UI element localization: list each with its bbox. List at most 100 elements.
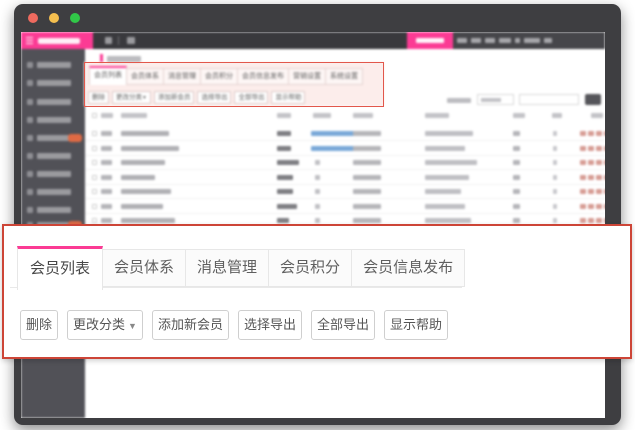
sidebar-item-icon: [27, 189, 33, 195]
action-link-blurred[interactable]: [596, 204, 602, 209]
action-link-blurred[interactable]: [596, 175, 602, 180]
topbar-menu-item-blurred[interactable]: [485, 38, 495, 43]
topbar-menu-item-blurred[interactable]: [544, 38, 552, 43]
action-link-blurred[interactable]: [588, 218, 594, 223]
action-link-blurred[interactable]: [604, 160, 605, 165]
action-link-blurred[interactable]: [604, 175, 605, 180]
cell-id-blurred: [101, 218, 112, 223]
sidebar-item[interactable]: [21, 96, 85, 108]
row-checkbox[interactable]: [92, 204, 97, 209]
row-actions: [580, 218, 605, 223]
row-checkbox[interactable]: [92, 160, 97, 165]
sidebar-item[interactable]: [21, 77, 85, 89]
action-link-blurred[interactable]: [588, 189, 594, 194]
home-icon[interactable]: [127, 37, 135, 44]
action-link-blurred[interactable]: [580, 189, 586, 194]
cell-name-blurred[interactable]: [121, 131, 169, 136]
sidebar-item[interactable]: [21, 59, 85, 71]
cell-name-blurred[interactable]: [121, 218, 175, 223]
filter-select[interactable]: [477, 94, 514, 105]
search-input[interactable]: [519, 94, 579, 105]
topbar-pink-button[interactable]: [407, 32, 453, 49]
sidebar-item-label-blurred: [37, 135, 71, 141]
action-link-blurred[interactable]: [580, 131, 586, 136]
tab-active[interactable]: 会员列表: [17, 246, 103, 290]
zoom-button[interactable]: [70, 13, 80, 23]
tab-1[interactable]: 会员体系: [102, 249, 186, 287]
toolbar-button[interactable]: 添加新会员: [152, 310, 229, 340]
tab-2[interactable]: 消息管理: [185, 249, 269, 287]
search-button[interactable]: [585, 94, 601, 105]
toolbar-button[interactable]: 更改分类▼: [67, 310, 143, 340]
cell-name-blurred[interactable]: [121, 160, 165, 165]
sidebar-item[interactable]: [21, 114, 85, 126]
action-link-blurred[interactable]: [588, 146, 594, 151]
topbar-menu-item-blurred[interactable]: [515, 38, 520, 43]
column-header: [591, 113, 603, 118]
column-header: [277, 113, 291, 118]
cell-name-blurred[interactable]: [121, 189, 171, 194]
action-link-blurred[interactable]: [604, 218, 605, 223]
action-link-blurred[interactable]: [604, 131, 605, 136]
toolbar-button[interactable]: 删除: [20, 310, 58, 340]
column-header: [101, 113, 113, 118]
cell-account-blurred: [425, 218, 471, 223]
row-checkbox[interactable]: [92, 175, 97, 180]
sidebar-item-icon: [27, 153, 33, 159]
action-link-blurred[interactable]: [588, 131, 594, 136]
action-link-blurred[interactable]: [580, 175, 586, 180]
close-button[interactable]: [28, 13, 38, 23]
cell-date-blurred: [353, 160, 381, 165]
cell-name-blurred[interactable]: [121, 204, 163, 209]
action-link-blurred[interactable]: [580, 146, 586, 151]
toolbar-button[interactable]: 全部导出: [311, 310, 375, 340]
action-link-blurred[interactable]: [588, 204, 594, 209]
sidebar-item[interactable]: [21, 204, 85, 216]
minimize-button[interactable]: [49, 13, 59, 23]
topbar-menu-item-blurred[interactable]: [499, 38, 511, 43]
cell-account-blurred: [425, 160, 477, 165]
action-link-blurred[interactable]: [588, 175, 594, 180]
toolbar-button[interactable]: 选择导出: [238, 310, 302, 340]
topbar-menu-item-blurred[interactable]: [524, 38, 540, 43]
cell-name-blurred[interactable]: [121, 146, 179, 151]
row-checkbox[interactable]: [92, 218, 97, 223]
action-link-blurred[interactable]: [604, 146, 605, 151]
tab-3[interactable]: 会员积分: [268, 249, 352, 287]
grid-icon[interactable]: [105, 37, 112, 44]
cell-date-blurred: [353, 218, 381, 223]
action-link-blurred[interactable]: [596, 146, 602, 151]
cell-email-link-blurred[interactable]: [311, 131, 355, 136]
search-label-blurred: [447, 98, 471, 103]
action-link-blurred[interactable]: [580, 160, 586, 165]
action-link-blurred[interactable]: [596, 160, 602, 165]
tab-4[interactable]: 会员信息发布: [351, 249, 465, 287]
action-link-blurred[interactable]: [596, 131, 602, 136]
cell-date-blurred: [353, 146, 381, 151]
topbar-menu-item-blurred[interactable]: [457, 38, 467, 43]
topbar-menu-item-blurred[interactable]: [471, 38, 481, 43]
action-link-blurred[interactable]: [596, 189, 602, 194]
row-checkbox[interactable]: [92, 189, 97, 194]
row-checkbox[interactable]: [92, 131, 97, 136]
action-link-blurred[interactable]: [580, 204, 586, 209]
sidebar-item-icon: [27, 117, 33, 123]
action-link-blurred[interactable]: [580, 218, 586, 223]
action-link-blurred[interactable]: [604, 204, 605, 209]
sidebar-item[interactable]: [21, 150, 85, 162]
sidebar-item[interactable]: [21, 168, 85, 180]
action-link-blurred[interactable]: [588, 160, 594, 165]
sidebar-item[interactable]: [21, 186, 85, 198]
toolbar-button[interactable]: 显示帮助: [384, 310, 448, 340]
cell-name-blurred[interactable]: [121, 175, 155, 180]
cell-dash: [553, 218, 557, 223]
action-link-blurred[interactable]: [596, 218, 602, 223]
sidebar-item[interactable]: [21, 132, 85, 144]
caret-down-icon: ▼: [128, 321, 137, 331]
sidebar-logo[interactable]: [21, 32, 93, 49]
action-link-blurred[interactable]: [604, 189, 605, 194]
sidebar-item-icon: [27, 135, 33, 141]
select-all-checkbox[interactable]: [92, 113, 97, 118]
row-checkbox[interactable]: [92, 146, 97, 151]
cell-email-link-blurred[interactable]: [311, 146, 355, 151]
